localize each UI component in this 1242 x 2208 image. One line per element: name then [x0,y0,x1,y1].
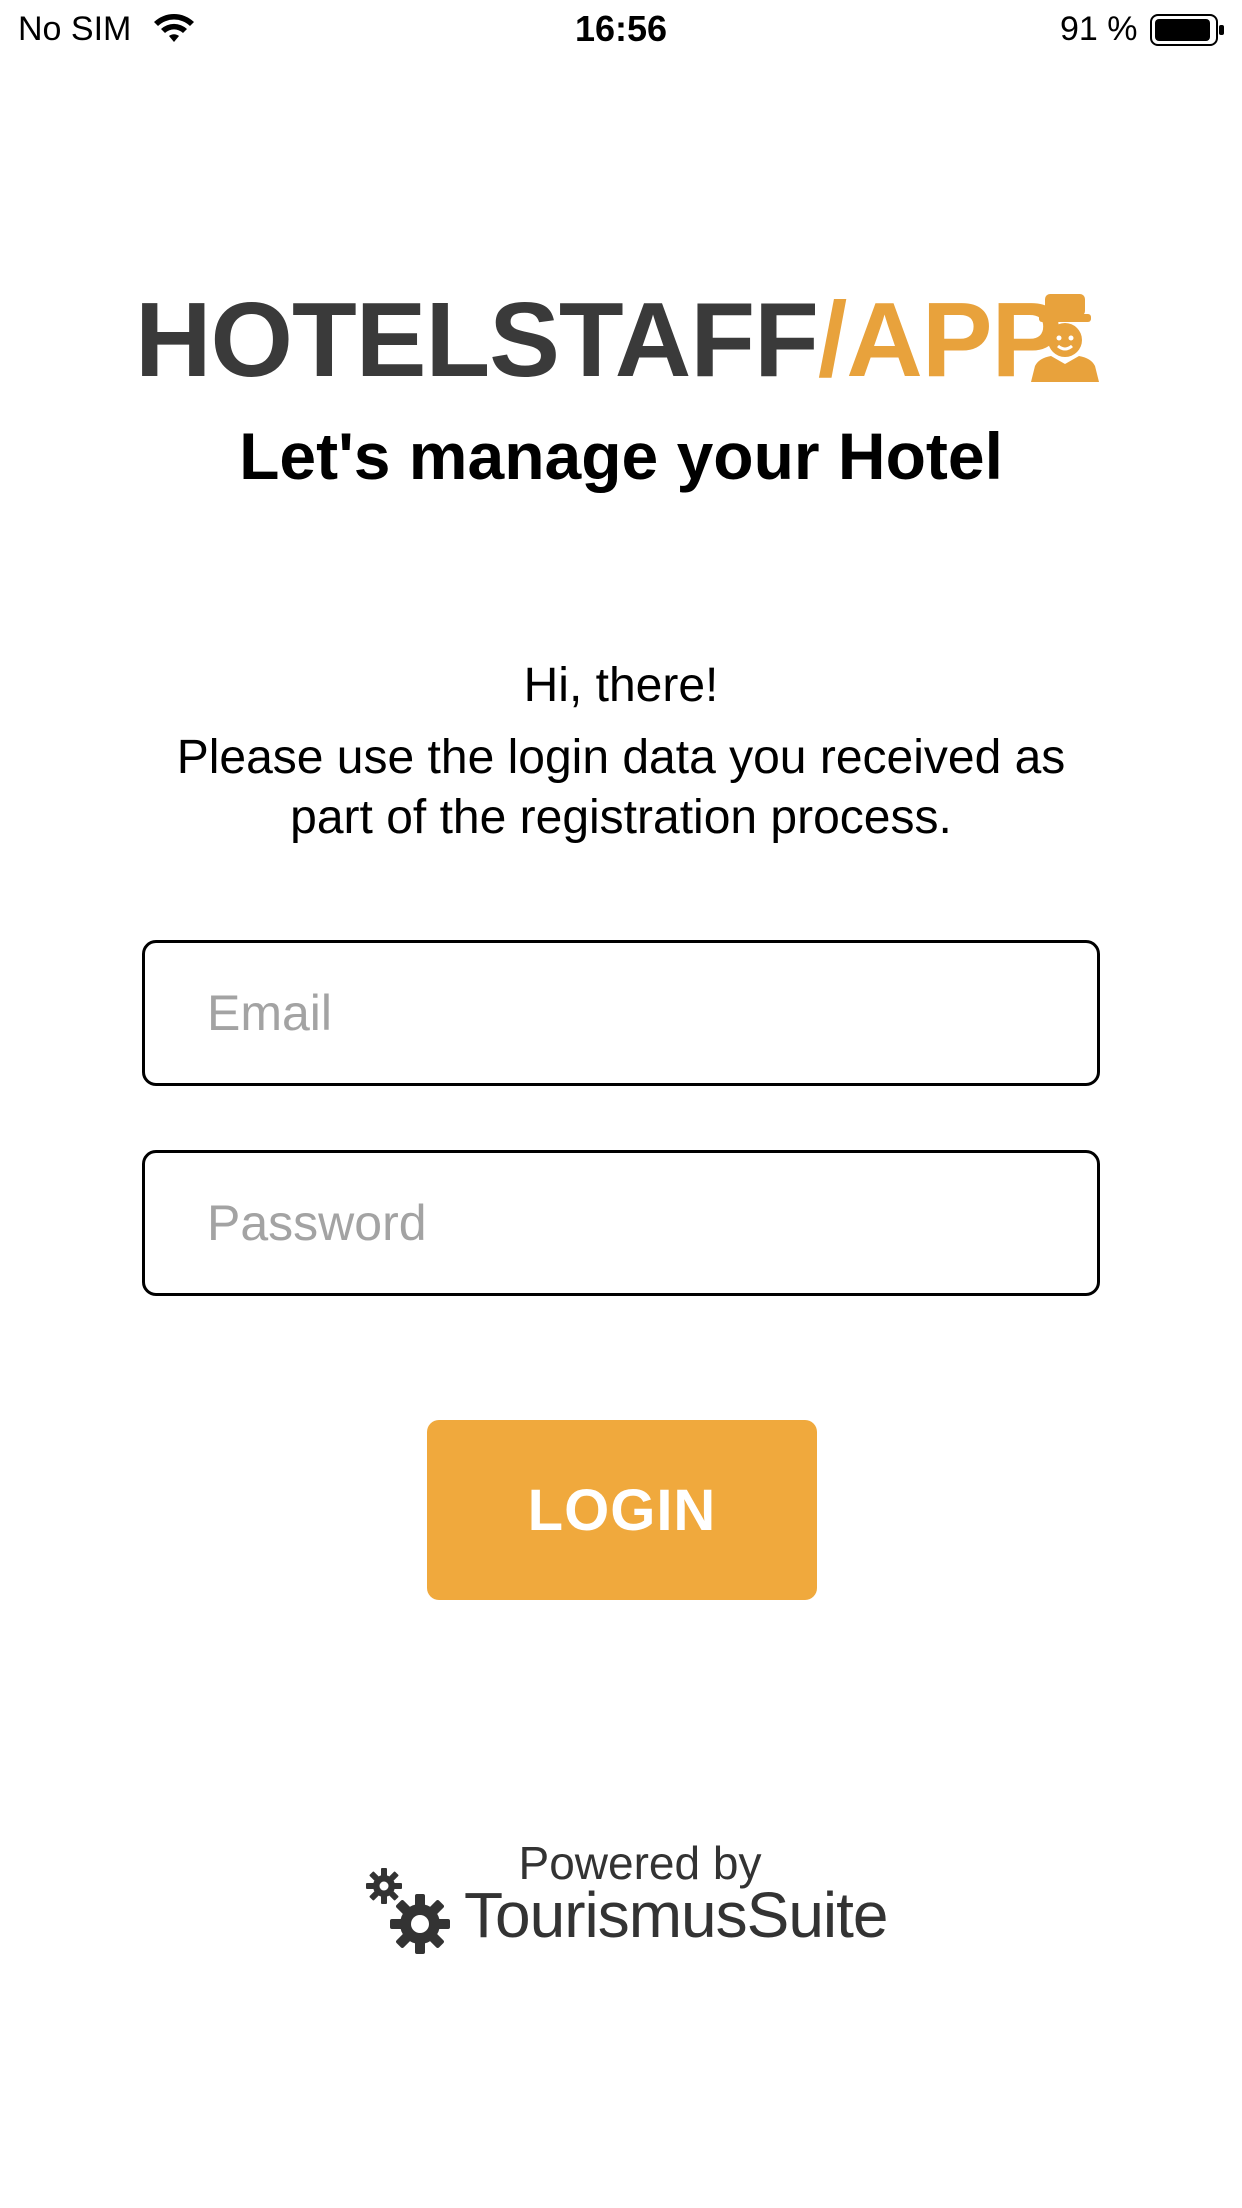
greeting-text: Hi, there! [523,659,719,712]
gears-icon [366,1868,450,1954]
login-instructions: Please use the login data you received a… [176,731,1066,844]
bellboy-icon [1031,294,1099,382]
footer-brand: TourismusSuite [464,1879,888,1951]
battery-percentage: 91 % [1060,10,1138,48]
email-field[interactable] [142,940,1100,1086]
password-field[interactable] [142,1150,1100,1296]
tagline: Let's manage your Hotel [239,419,1003,493]
battery-icon [1150,14,1224,46]
logo-text-hotelstaff: HOTELSTAFF [135,281,819,399]
tourismussuite-logo: TourismusSuite [364,1862,888,1962]
status-bar: No SIM 16:56 91 % [0,0,1242,60]
logo-wordmark: HOTELSTAFF/APP [135,287,1062,393]
clock: 16:56 [574,8,668,49]
app-logo: HOTELSTAFF/APP [135,287,1107,393]
login-button[interactable]: LOGIN [427,1420,817,1600]
